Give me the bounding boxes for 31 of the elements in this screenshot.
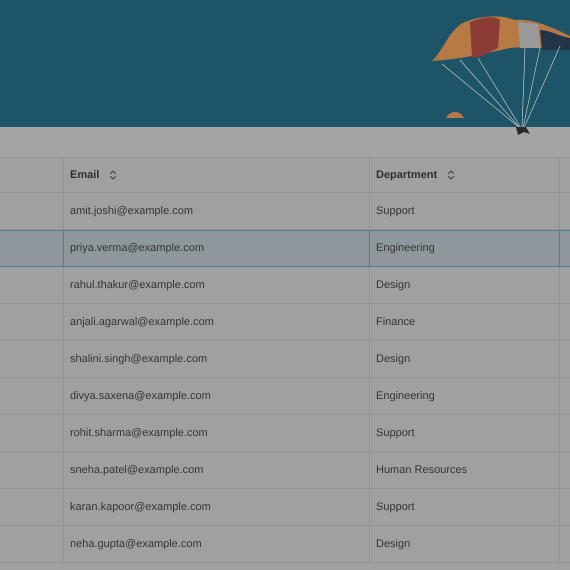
table-row[interactable]: rohit.sharma@example.com Support [0, 415, 570, 452]
table-cell-text: rahul.thakur@example.com [70, 278, 205, 293]
table-row[interactable]: anjali.agarwal@example.com Finance [0, 304, 570, 341]
table-row[interactable]: shalini.singh@example.com Design [0, 341, 570, 378]
table-cell-text: Engineering [376, 241, 435, 256]
table-cell-text: sneha.patel@example.com [70, 462, 204, 478]
table-row[interactable]: divya.saxena@example.com Engineering [0, 378, 570, 415]
table-cell-text: priya.verma@example.com [70, 241, 204, 256]
column-header[interactable]: Department [376, 166, 438, 184]
table-cell-text: neha.gupta@example.com [70, 536, 202, 552]
table-row[interactable]: rahul.thakur@example.com Design [0, 267, 570, 304]
table-row[interactable]: priya.verma@example.com Engineering [0, 230, 570, 267]
table-cell-text: anjali.agarwal@example.com [70, 314, 214, 330]
table-cell-text: Design [376, 536, 410, 552]
table-cell-text: karan.kapoor@example.com [70, 500, 211, 515]
table-cell-text: shalini.singh@example.com [70, 352, 208, 367]
table-cell-text: Support [376, 426, 415, 441]
table-cell-text: Human Resources [376, 462, 468, 478]
table-row[interactable]: karan.kapoor@example.com Support [0, 489, 570, 526]
table-cell-text: Design [376, 278, 410, 293]
table-cell-text: Support [376, 204, 415, 219]
table-cell-text: Support [376, 500, 415, 515]
column-header[interactable]: Email [70, 166, 100, 184]
table-cell-text: Finance [376, 314, 416, 330]
table-cell-text: Design [376, 352, 410, 367]
table-row[interactable]: sneha.patel@example.com Human Resources [0, 452, 570, 489]
table-row[interactable]: neha.gupta@example.com Design [0, 526, 570, 563]
table-cell-text: Engineering [376, 388, 435, 404]
table-cell-text: divya.saxena@example.com [70, 388, 211, 404]
table-cell-text: rohit.sharma@example.com [70, 426, 208, 441]
table-cell-text: amit.joshi@example.com [70, 204, 194, 219]
